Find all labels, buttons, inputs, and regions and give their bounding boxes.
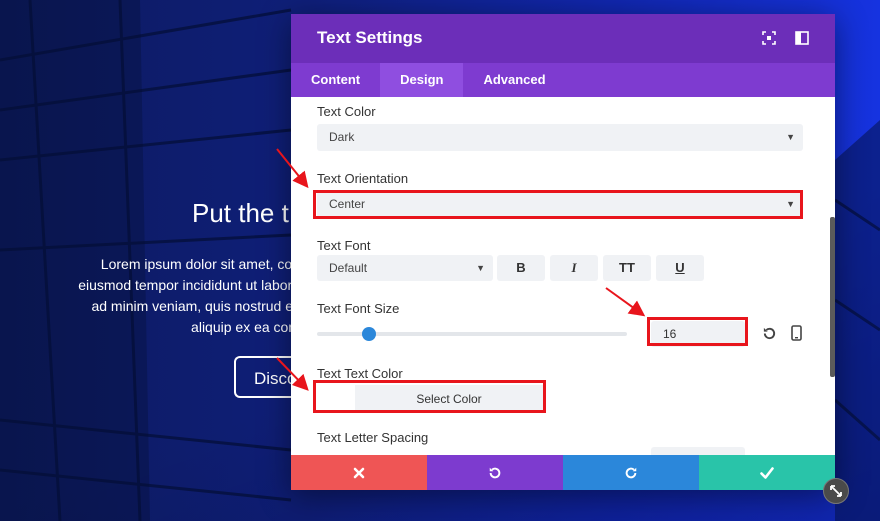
checkmark-icon	[760, 466, 774, 479]
text-color-value: Dark	[329, 130, 355, 144]
text-color-label: Text Color	[317, 104, 376, 119]
text-font-size-label: Text Font Size	[317, 301, 400, 316]
text-orientation-value: Center	[329, 197, 366, 211]
resize-handle[interactable]	[823, 478, 849, 504]
select-color-button[interactable]: Select Color	[355, 385, 543, 413]
text-orientation-select[interactable]: Center ▼	[317, 191, 803, 218]
text-orientation-label: Text Orientation	[317, 171, 409, 186]
fullscreen-icon[interactable]	[762, 31, 776, 45]
chevron-down-icon: ▼	[786, 132, 795, 142]
hero-body: Lorem ipsum dolor sit amet, con eiusmod …	[70, 254, 300, 338]
tab-design[interactable]: Design	[380, 63, 464, 97]
modal-title: Text Settings	[317, 28, 423, 47]
bold-button[interactable]: B	[497, 255, 545, 281]
save-button[interactable]	[699, 455, 835, 490]
text-font-label: Text Font	[317, 238, 371, 253]
text-font-value: Default	[329, 261, 368, 275]
italic-button[interactable]: I	[550, 255, 598, 281]
letter-spacing-input[interactable]	[651, 447, 745, 455]
tab-advanced[interactable]: Advanced	[463, 63, 565, 97]
text-font-select[interactable]: Default ▼	[317, 255, 493, 281]
font-size-slider-handle[interactable]	[362, 327, 376, 341]
phone-icon[interactable]	[791, 325, 802, 341]
scrollbar[interactable]	[830, 217, 835, 377]
chevron-down-icon: ▼	[476, 263, 485, 273]
redo-button[interactable]	[563, 455, 699, 490]
resize-diagonal-icon	[830, 485, 842, 497]
reset-icon[interactable]	[762, 326, 777, 341]
undo-button[interactable]	[427, 455, 563, 490]
text-letter-spacing-label: Text Letter Spacing	[317, 430, 429, 445]
font-size-input[interactable]: 16	[651, 321, 745, 347]
modal-header: Text Settings	[291, 14, 835, 63]
hero-body-line: aliquip ex ea com	[191, 319, 300, 335]
modal-footer	[291, 455, 835, 490]
tab-content[interactable]: Content	[291, 63, 380, 97]
hero-body-line: Lorem ipsum dolor sit amet, con	[100, 256, 300, 272]
uppercase-button[interactable]: TT	[603, 255, 651, 281]
redo-icon	[625, 467, 637, 478]
hero-body-line: eiusmod tempor incididunt ut labore	[78, 277, 300, 293]
sidebar-toggle-icon[interactable]	[795, 31, 809, 45]
tab-bar: Content Design Advanced	[291, 63, 835, 97]
underline-button[interactable]: U	[656, 255, 704, 281]
close-icon	[353, 467, 365, 478]
text-settings-modal: Text Settings Content Design Advanced Te…	[291, 14, 835, 490]
text-text-color-label: Text Text Color	[317, 366, 403, 381]
settings-body: Text Color Dark ▼ Text Orientation Cente…	[291, 97, 835, 455]
undo-icon	[489, 467, 501, 478]
hero-body-line: ad minim veniam, quis nostrud ex	[91, 298, 300, 314]
text-color-select[interactable]: Dark ▼	[317, 124, 803, 151]
hero-title: Put the t	[192, 198, 289, 228]
chevron-down-icon: ▼	[786, 199, 795, 209]
cancel-button[interactable]	[291, 455, 427, 490]
